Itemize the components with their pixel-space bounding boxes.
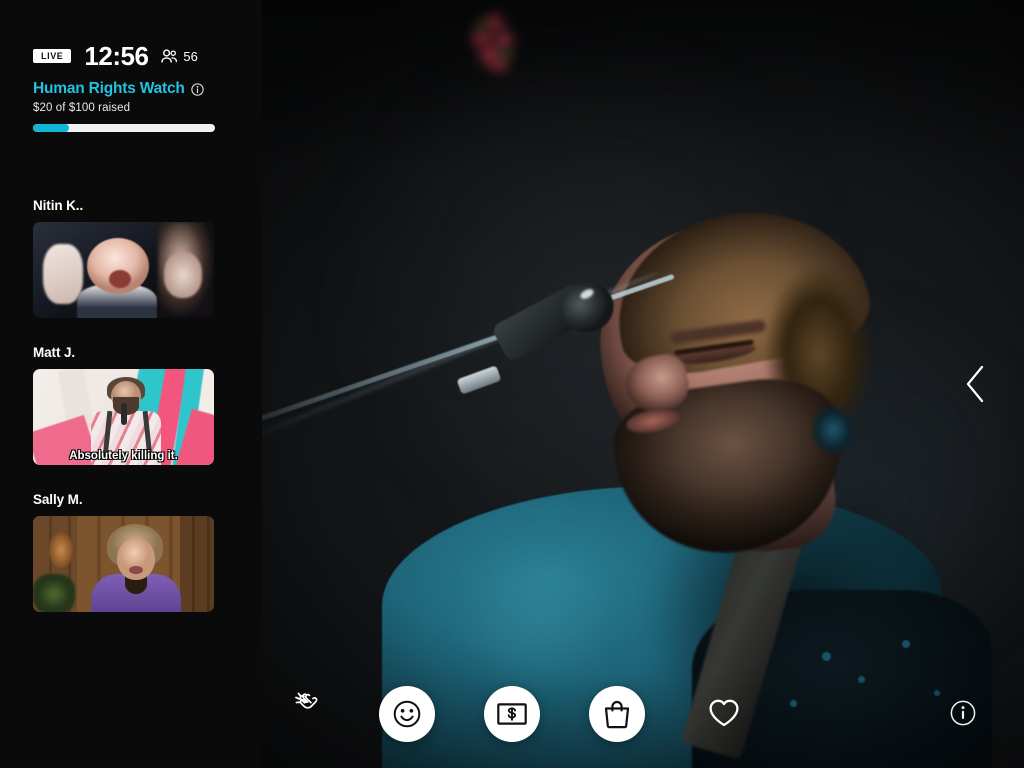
shop-button[interactable] <box>589 686 645 742</box>
shopping-bag-icon <box>604 700 630 729</box>
donation-progress-fill <box>33 124 70 132</box>
charity-panel[interactable]: Human Rights Watch $20 of $100 raised <box>33 80 229 132</box>
stream-status-row: LIVE 12:56 56 <box>33 43 198 69</box>
video-player[interactable] <box>262 0 1024 768</box>
gift-sender-name: Nitin K.. <box>33 198 84 213</box>
donate-button[interactable] <box>484 686 540 742</box>
clap-button[interactable] <box>292 688 324 720</box>
action-bar <box>262 656 1024 768</box>
gift-caption: Absolutely killing it. <box>69 450 178 462</box>
smiley-face-icon <box>393 700 421 728</box>
chevron-left-icon <box>966 365 984 403</box>
live-badge: LIVE <box>33 49 72 63</box>
info-circle-icon <box>950 700 976 726</box>
stream-sidebar: LIVE 12:56 56 Human Rights Watch $20 of … <box>0 0 262 768</box>
clapping-hands-icon <box>295 692 318 709</box>
donation-progress-bar <box>33 124 215 132</box>
gift-thumbnail[interactable]: Absolutely killing it. <box>33 369 214 465</box>
gift-thumbnail[interactable] <box>33 222 214 318</box>
reaction-button[interactable] <box>379 686 435 742</box>
list-item[interactable]: Matt J. Absolutely killing it. <box>33 345 229 465</box>
list-item[interactable]: Sally M. <box>33 492 229 612</box>
live-stream-app: LIVE 12:56 56 Human Rights Watch $20 of … <box>0 0 1024 768</box>
money-bill-icon <box>497 703 527 725</box>
like-button[interactable] <box>708 698 740 728</box>
stream-info-button[interactable] <box>950 700 976 726</box>
viewer-count: 56 <box>161 48 198 64</box>
charity-raised-text: $20 of $100 raised <box>33 102 131 114</box>
gift-thumbnail[interactable] <box>33 516 214 612</box>
stream-timer: 12:56 <box>84 41 149 71</box>
viewer-count-value: 56 <box>183 48 198 64</box>
gift-sender-name: Matt J. <box>33 345 76 360</box>
heart-icon <box>709 699 739 727</box>
previous-stream-button[interactable] <box>958 357 992 411</box>
gift-sender-name: Sally M. <box>33 492 83 507</box>
people-icon <box>161 49 178 63</box>
gift-feed: Nitin K.. Matt J. Absolutely killing it. <box>33 198 229 639</box>
info-icon[interactable] <box>191 82 204 96</box>
singer-figure <box>262 0 1024 768</box>
charity-name[interactable]: Human Rights Watch <box>33 80 185 98</box>
charity-title-row: Human Rights Watch <box>33 80 229 98</box>
list-item[interactable]: Nitin K.. <box>33 198 229 318</box>
